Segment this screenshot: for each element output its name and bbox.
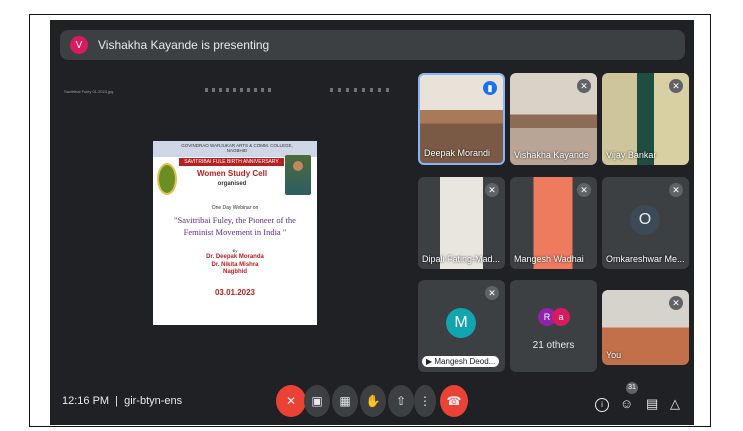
college-name: GOVINDRAO WARJUKAR ARTS & COMM. COLLEGE,… [181,143,293,153]
mic-off-icon: ✕ [485,183,499,197]
pin-icon: ▶ [426,357,433,366]
participant-tile[interactable]: ✕ Vijay Bankar [602,73,689,165]
more-options-button[interactable]: ⋮ [414,385,436,417]
chat-icon[interactable]: ▤ [646,396,658,412]
participant-name: Omkareshwar Me... [606,254,685,264]
participant-avatar: O [630,205,660,235]
webinar-date: 03.01.2023 [214,288,256,297]
info-icon[interactable]: i [595,398,609,412]
meet-window: V Vishakha Kayande is presenting Savitri… [50,20,694,425]
participant-tile[interactable]: ▮ Deepak Morandi [418,73,505,165]
mic-off-icon: ✕ [669,183,683,197]
webinar-text: One Day Webinar on [211,205,259,211]
meeting-code: gir-btyn-ens [124,395,183,407]
by-text: By [232,248,238,253]
speakers: Dr. Deepak Moranda Dr. Nikita Mishra Nag… [206,254,264,275]
separator: | [115,395,119,407]
viewer-toolbar: Savitribai Fuley 01.2023.jpg [60,86,410,96]
raise-hand-button[interactable]: ✋ [360,385,386,417]
participant-avatar: M [446,308,476,338]
presenting-banner: V Vishakha Kayande is presenting [60,30,685,60]
zoom-controls [330,88,390,92]
participant-name: Vijay Bankar [606,150,657,160]
participant-tile[interactable]: ✕ Dipali Fating-Mad... [418,177,505,269]
people-icon[interactable]: ☺ [620,396,633,411]
participant-tile[interactable]: ✕ Vishakha Kayande [510,73,597,165]
leave-call-button[interactable]: ☎ [440,385,468,417]
cell-title: Women Study Cell [196,169,268,178]
participant-tile[interactable]: ✕ Mangesh Wadhai [510,177,597,269]
toolbar-icons [205,88,275,92]
participant-name: Vishakha Kayande [514,150,589,160]
participant-name: You [606,350,622,360]
activities-icon[interactable]: △ [670,396,680,412]
mic-off-icon: ✕ [669,296,683,310]
participant-name: Deepak Morandi [424,148,491,158]
mic-off-icon: ✕ [485,286,499,300]
mic-off-icon: ✕ [577,183,591,197]
file-name: Savitribai Fuley 01.2023.jpg [64,88,114,94]
participant-name: Mangesh Wadhai [514,254,584,264]
others-avatar-a: a [552,308,570,326]
people-count-badge: 31 [626,382,638,394]
speaking-indicator-icon: ▮ [483,81,497,95]
anniversary-banner: SAVITRIBAI FULE BIRTH ANNIVERSARY [179,158,284,166]
presenter-avatar: V [70,36,88,54]
college-logo [157,163,177,195]
organised-text: organised [217,181,247,187]
participant-tile[interactable]: M ✕ ▶ Mangesh Deod... [418,280,505,372]
participant-tile[interactable]: O ✕ Omkareshwar Me... [602,177,689,269]
others-count: 21 others [532,340,575,351]
mic-toggle-button[interactable]: ✕ [276,385,306,417]
participant-name: Dipali Fating-Mad... [422,254,501,264]
participant-name: ▶ Mangesh Deod... [422,356,500,367]
others-tile[interactable]: R a 21 others [510,280,597,372]
webinar-topic: "Savitribai Fuley, the Pioneer of the Fe… [174,215,296,237]
camera-toggle-button[interactable]: ▣ [304,385,330,417]
mic-off-icon: ✕ [577,79,591,93]
mic-off-icon: ✕ [669,79,683,93]
self-tile[interactable]: ✕ You [602,290,689,365]
presenting-text: Vishakha Kayande is presenting [98,38,270,52]
meeting-info: 12:16 PM | gir-btyn-ens [62,395,182,407]
participant-name-text: Mangesh Deod... [434,357,496,366]
present-button[interactable]: ⇧ [388,385,414,417]
captions-button[interactable]: ▦ [332,385,358,417]
webinar-poster: GOVINDRAO WARJUKAR ARTS & COMM. COLLEGE,… [153,141,317,325]
clock-time: 12:16 PM [62,395,110,407]
